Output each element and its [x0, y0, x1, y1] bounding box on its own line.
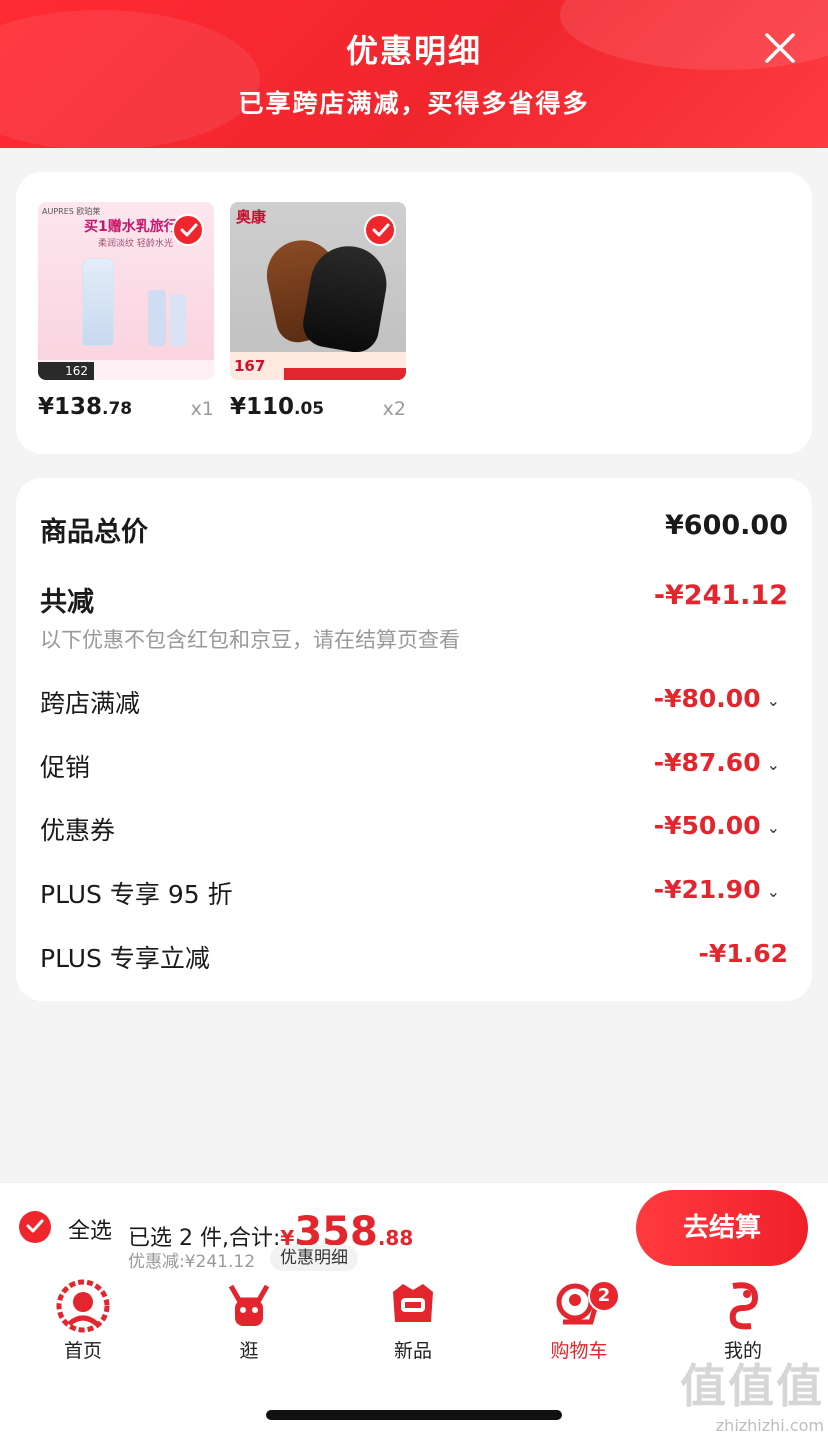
chevron-down-icon[interactable]: ⌄ [767, 691, 780, 710]
product-promo-sub: 柔润淡纹 轻龄水光 [98, 239, 173, 249]
product-image[interactable]: 奥康 167 [230, 202, 406, 380]
discount-label: 促销 [40, 753, 91, 782]
profile-papercut-icon [715, 1278, 771, 1334]
product-item[interactable]: AUPRES 欧珀莱 买1赠水乳旅行装 柔润淡纹 轻龄水光 162 ¥138.7… [38, 202, 214, 420]
product-badge-price: 162 [38, 362, 94, 380]
chevron-down-icon[interactable]: ⌄ [767, 755, 780, 774]
bottle-graphic [148, 290, 166, 346]
chevron-down-icon[interactable]: ⌄ [767, 818, 780, 837]
tab-label: 新品 [393, 1340, 432, 1362]
tab-label: 首页 [63, 1340, 102, 1362]
watermark-url: zhizhizhi.com [715, 1416, 824, 1435]
cart-count-badge: 2 [588, 1280, 620, 1312]
total-price-label: 商品总价 [40, 517, 148, 548]
product-price: ¥110.05 [230, 394, 325, 420]
discount-value: -¥1.62 [698, 939, 788, 968]
selected-products-card: AUPRES 欧珀莱 买1赠水乳旅行装 柔润淡纹 轻龄水光 162 ¥138.7… [16, 172, 812, 454]
total-price-value: ¥600.00 [665, 510, 788, 541]
page-subtitle: 已享跨店满减，买得多省得多 [238, 89, 590, 118]
promo-strip [284, 368, 406, 380]
browse-papercut-icon [221, 1278, 277, 1334]
new-papercut-icon [385, 1278, 441, 1334]
home-papercut-icon [55, 1278, 111, 1334]
discount-detail-link[interactable]: 优惠明细 [270, 1245, 358, 1271]
chevron-down-icon[interactable]: ⌄ [767, 882, 780, 901]
product-check-icon[interactable] [172, 214, 204, 246]
product-badge-price: 167 [234, 357, 266, 375]
discount-value: -¥50.00 ⌄ [653, 811, 780, 840]
bottle-graphic [82, 258, 114, 346]
close-icon[interactable] [760, 28, 800, 68]
product-quantity: x2 [382, 398, 406, 420]
select-all-check-icon[interactable] [19, 1211, 51, 1243]
total-reduce-label: 共减 [40, 587, 94, 618]
home-indicator[interactable] [266, 1410, 562, 1420]
tab-browse[interactable]: 逛 [194, 1278, 304, 1363]
discount-value: -¥80.00 ⌄ [653, 684, 780, 713]
discount-label: PLUS 专享立减 [40, 944, 210, 973]
product-check-icon[interactable] [364, 214, 396, 246]
tab-cart[interactable]: 2 购物车 [524, 1278, 634, 1363]
bottom-tab-bar: 首页 逛 新品 2 购物车 我的 值值值 zhizhizhi.com [0, 1272, 828, 1435]
total-reduce-value: -¥241.12 [653, 580, 788, 611]
checkout-button[interactable]: 去结算 [636, 1190, 808, 1266]
discount-label: 跨店满减 [40, 689, 141, 718]
saved-amount: 优惠减:¥241.12 [128, 1252, 256, 1272]
discount-value: -¥21.90 ⌄ [653, 875, 780, 904]
price-breakdown-card: 商品总价 ¥600.00 共减 -¥241.12 以下优惠不包含红包和京豆，请在… [16, 478, 812, 1001]
bottle-graphic [170, 294, 186, 346]
discount-label: PLUS 专享 95 折 [40, 880, 233, 909]
select-all-label[interactable]: 全选 [68, 1213, 112, 1245]
page-title: 优惠明细 [345, 32, 482, 70]
product-brand: 奥康 [236, 208, 267, 226]
watermark-logo: 值值值 [680, 1359, 824, 1413]
product-image[interactable]: AUPRES 欧珀莱 买1赠水乳旅行装 柔润淡纹 轻龄水光 162 [38, 202, 214, 380]
site-watermark: 值值值 zhizhizhi.com [676, 1350, 824, 1435]
discount-detail-header: 优惠明细 已享跨店满减，买得多省得多 [0, 0, 828, 148]
tab-home[interactable]: 首页 [28, 1278, 138, 1363]
tab-label: 逛 [239, 1340, 259, 1362]
product-item[interactable]: 奥康 167 ¥110.05 x2 [230, 202, 406, 420]
discount-label: 优惠券 [40, 816, 116, 845]
discount-value: -¥87.60 ⌄ [653, 748, 780, 777]
discount-note: 以下优惠不包含红包和京豆，请在结算页查看 [40, 628, 460, 652]
tab-label: 购物车 [550, 1340, 608, 1362]
product-price: ¥138.78 [38, 394, 133, 420]
checkout-bar: 全选 已选 2 件,合计:¥358.88 优惠减:¥241.12 优惠明细 去结… [0, 1182, 828, 1272]
tab-new[interactable]: 新品 [358, 1278, 468, 1363]
total-decimal: .88 [377, 1226, 414, 1250]
product-quantity: x1 [190, 398, 214, 420]
